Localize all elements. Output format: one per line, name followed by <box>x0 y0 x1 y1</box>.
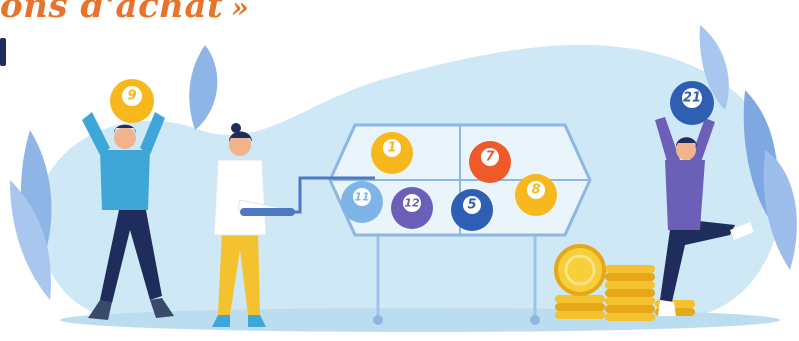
ball-number: 11 <box>354 191 369 204</box>
ball-number: 12 <box>404 197 420 210</box>
drum-ball: 12 <box>391 187 433 229</box>
ball-number: 7 <box>485 150 495 165</box>
ball-number: 1 <box>387 141 396 156</box>
ball-number: 8 <box>531 183 540 198</box>
leaf-decoration <box>189 45 218 130</box>
ball-number: 21 <box>683 91 701 106</box>
lottery-illustration: 9 21 1 7 11 12 5 8 <box>10 25 797 332</box>
drum-ball: 8 <box>515 174 557 216</box>
ball-number: 9 <box>127 89 136 104</box>
ball-held-right: 21 <box>670 81 714 125</box>
drum-ball: 1 <box>371 132 413 174</box>
drum-ball: 7 <box>469 141 511 183</box>
ball-held-left: 9 <box>110 79 154 123</box>
ball-number: 5 <box>467 198 476 213</box>
drum-ball: 11 <box>341 181 383 223</box>
drum-ball: 5 <box>451 189 493 231</box>
